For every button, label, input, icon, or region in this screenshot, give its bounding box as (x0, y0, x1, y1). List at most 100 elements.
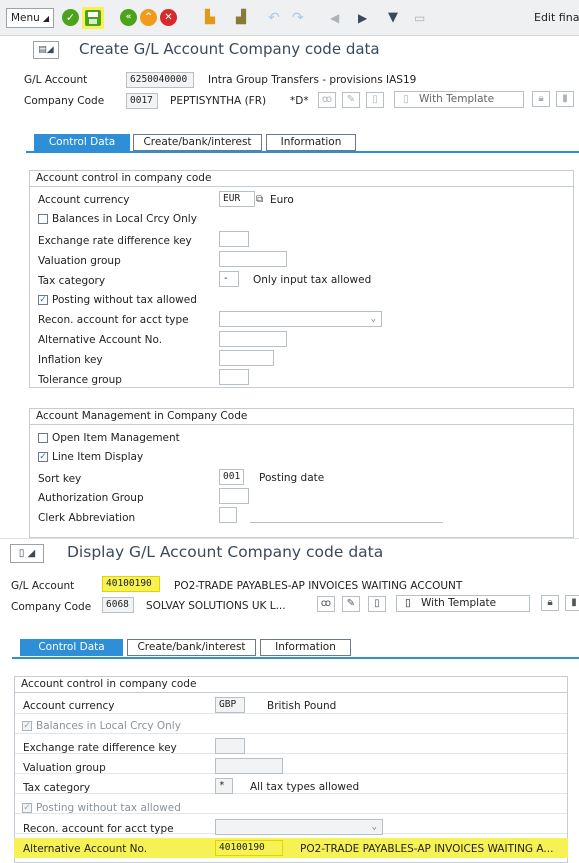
tax-category-field[interactable]: * (215, 778, 233, 794)
tolerance-group-field[interactable] (219, 369, 249, 385)
edit-financial-label[interactable]: Edit fina (534, 11, 579, 24)
lock-icon[interactable]: 🔒︎ (541, 595, 559, 611)
export-icon[interactable]: ▭ (414, 9, 425, 27)
recon-account-label: Recon. account for acct type (38, 314, 189, 326)
line-item-display-checkbox[interactable]: ✓ (38, 452, 48, 462)
tax-category-description: All tax types allowed (250, 781, 360, 793)
page-title-display: Display G/L Account Company code data (67, 543, 384, 561)
valuation-group-label: Valuation group (23, 762, 106, 774)
balances-local-crcy-checkbox[interactable] (38, 214, 48, 224)
gl-account-field[interactable]: 6250040000 (126, 72, 194, 88)
glasses-icon[interactable]: ꝏ (318, 92, 336, 108)
template-icon: ▯ (403, 93, 409, 105)
pencil-icon[interactable]: ✎ (342, 596, 360, 612)
tax-category-label: Tax category (23, 782, 91, 794)
company-extra: *D* (290, 95, 309, 107)
account-currency-label: Account currency (38, 194, 130, 206)
dropdown-icon: ◢ (42, 14, 49, 23)
tab-create-bank-interest[interactable]: Create/bank/interest (133, 134, 262, 151)
account-currency-field[interactable]: GBP (215, 697, 245, 713)
alternative-account-field[interactable]: 40100190 (215, 840, 283, 856)
previous-icon[interactable]: ◀ (330, 9, 339, 27)
chevron-down-icon: ⌄ (371, 822, 377, 832)
with-template-button[interactable]: ▯ With Template (396, 595, 530, 612)
pencil-icon[interactable]: ✎ (342, 92, 360, 108)
balances-local-crcy-checkbox[interactable]: ✓ (22, 721, 32, 731)
screen-icon[interactable]: ▤◢ (33, 41, 59, 59)
exchange-rate-key-field[interactable] (215, 738, 245, 754)
screen-icon[interactable]: ▯ ◢ (10, 544, 44, 563)
clerk-abbreviation-field[interactable] (219, 507, 237, 523)
currency-name: British Pound (267, 700, 337, 712)
gl-account-description: Intra Group Transfers - provisions IAS19 (208, 74, 417, 86)
exit-icon[interactable]: ^ (140, 9, 157, 26)
exchange-rate-key-label: Exchange rate difference key (23, 742, 177, 754)
posting-without-tax-label: Posting without tax allowed (36, 802, 181, 814)
tab-control-data[interactable]: Control Data (20, 639, 123, 656)
lock-icon[interactable]: 🔒︎ (532, 91, 550, 107)
open-item-management-checkbox[interactable] (38, 433, 48, 443)
cancel-icon[interactable]: ✕ (160, 9, 177, 26)
alternative-account-label: Alternative Account No. (38, 334, 163, 346)
valuation-group-field[interactable] (215, 758, 283, 774)
tab-underline (26, 151, 579, 153)
menu-button[interactable]: Menu ◢ (6, 8, 54, 28)
tab-information[interactable]: Information (260, 639, 351, 656)
alternative-account-label: Alternative Account No. (23, 843, 148, 855)
company-code-label: Company Code (11, 601, 92, 613)
inflation-key-label: Inflation key (38, 354, 103, 366)
toolbar: Menu ◢ ✓ « ^ ✕ ▙ ▟ ↶ ↷ ◀ ▶ ▼ ▭ Edit fina (0, 0, 579, 36)
alternative-account-description: PO2-TRADE PAYABLES-AP INVOICES WAITING A… (300, 843, 554, 855)
group-header: Account control in company code (15, 677, 567, 693)
gl-account-field[interactable]: 40100190 (102, 576, 160, 592)
valuation-group-field[interactable] (219, 251, 287, 267)
new-document-icon[interactable]: ▯ (368, 596, 386, 612)
valuation-group-label: Valuation group (38, 255, 121, 267)
recon-account-select[interactable]: ⌄ (219, 311, 382, 327)
account-currency-field[interactable]: EUR (219, 191, 255, 207)
account-currency-label: Account currency (23, 700, 115, 712)
save-icon[interactable] (82, 7, 104, 29)
sort-key-field[interactable]: 001 (219, 469, 244, 485)
exchange-rate-key-field[interactable] (219, 231, 249, 247)
authorization-group-label: Authorization Group (38, 492, 144, 504)
redo-icon[interactable]: ↷ (292, 9, 304, 27)
with-template-label: With Template (421, 597, 497, 609)
gl-account-description: PO2-TRADE PAYABLES-AP INVOICES WAITING A… (174, 580, 463, 592)
company-code-label: Company Code (24, 95, 105, 107)
enter-check-icon[interactable]: ✓ (62, 9, 79, 26)
back-icon[interactable]: « (120, 9, 137, 26)
tax-category-field[interactable]: - (219, 271, 239, 287)
company-code-field[interactable]: 6068 (102, 597, 134, 613)
company-name: PEPTISYNTHA (FR) (170, 95, 267, 107)
edit-hierarchy-icon[interactable]: ▟ (236, 9, 252, 27)
next-icon[interactable]: ▶ (358, 9, 367, 27)
hierarchy-icon[interactable]: ▙ (205, 9, 221, 27)
undo-icon[interactable]: ↶ (268, 9, 280, 27)
tab-create-bank-interest[interactable]: Create/bank/interest (127, 639, 256, 656)
delete-icon[interactable]: ▮ (556, 91, 574, 107)
balances-local-crcy-label: Balances in Local Crcy Only (52, 213, 197, 225)
template-icon: ▯ (405, 597, 411, 609)
posting-without-tax-checkbox[interactable]: ✓ (38, 295, 48, 305)
glasses-icon[interactable]: ꝏ (317, 596, 335, 612)
posting-without-tax-checkbox[interactable]: ✓ (22, 803, 32, 813)
company-code-field[interactable]: 0017 (126, 93, 158, 109)
copy-icon[interactable]: ⧉ (256, 194, 263, 205)
alternative-account-field[interactable] (219, 331, 287, 347)
recon-account-select[interactable]: ⌄ (215, 819, 383, 835)
filter-icon[interactable]: ▼ (388, 9, 398, 27)
sort-key-description: Posting date (259, 472, 325, 484)
new-document-icon[interactable]: ▯ (366, 92, 384, 108)
authorization-group-field[interactable] (219, 488, 249, 504)
tab-information[interactable]: Information (266, 134, 356, 151)
company-name: SOLVAY SOLUTIONS UK L... (146, 600, 286, 612)
clerk-description-line (250, 522, 443, 523)
inflation-key-field[interactable] (219, 350, 274, 366)
with-template-button[interactable]: ▯ With Template (394, 91, 524, 108)
tab-control-data[interactable]: Control Data (34, 134, 130, 151)
group-header: Account Management in Company Code (30, 409, 573, 425)
delete-icon[interactable]: ▮ (565, 595, 579, 611)
with-template-label: With Template (419, 93, 495, 105)
gl-account-label: G/L Account (24, 74, 88, 86)
